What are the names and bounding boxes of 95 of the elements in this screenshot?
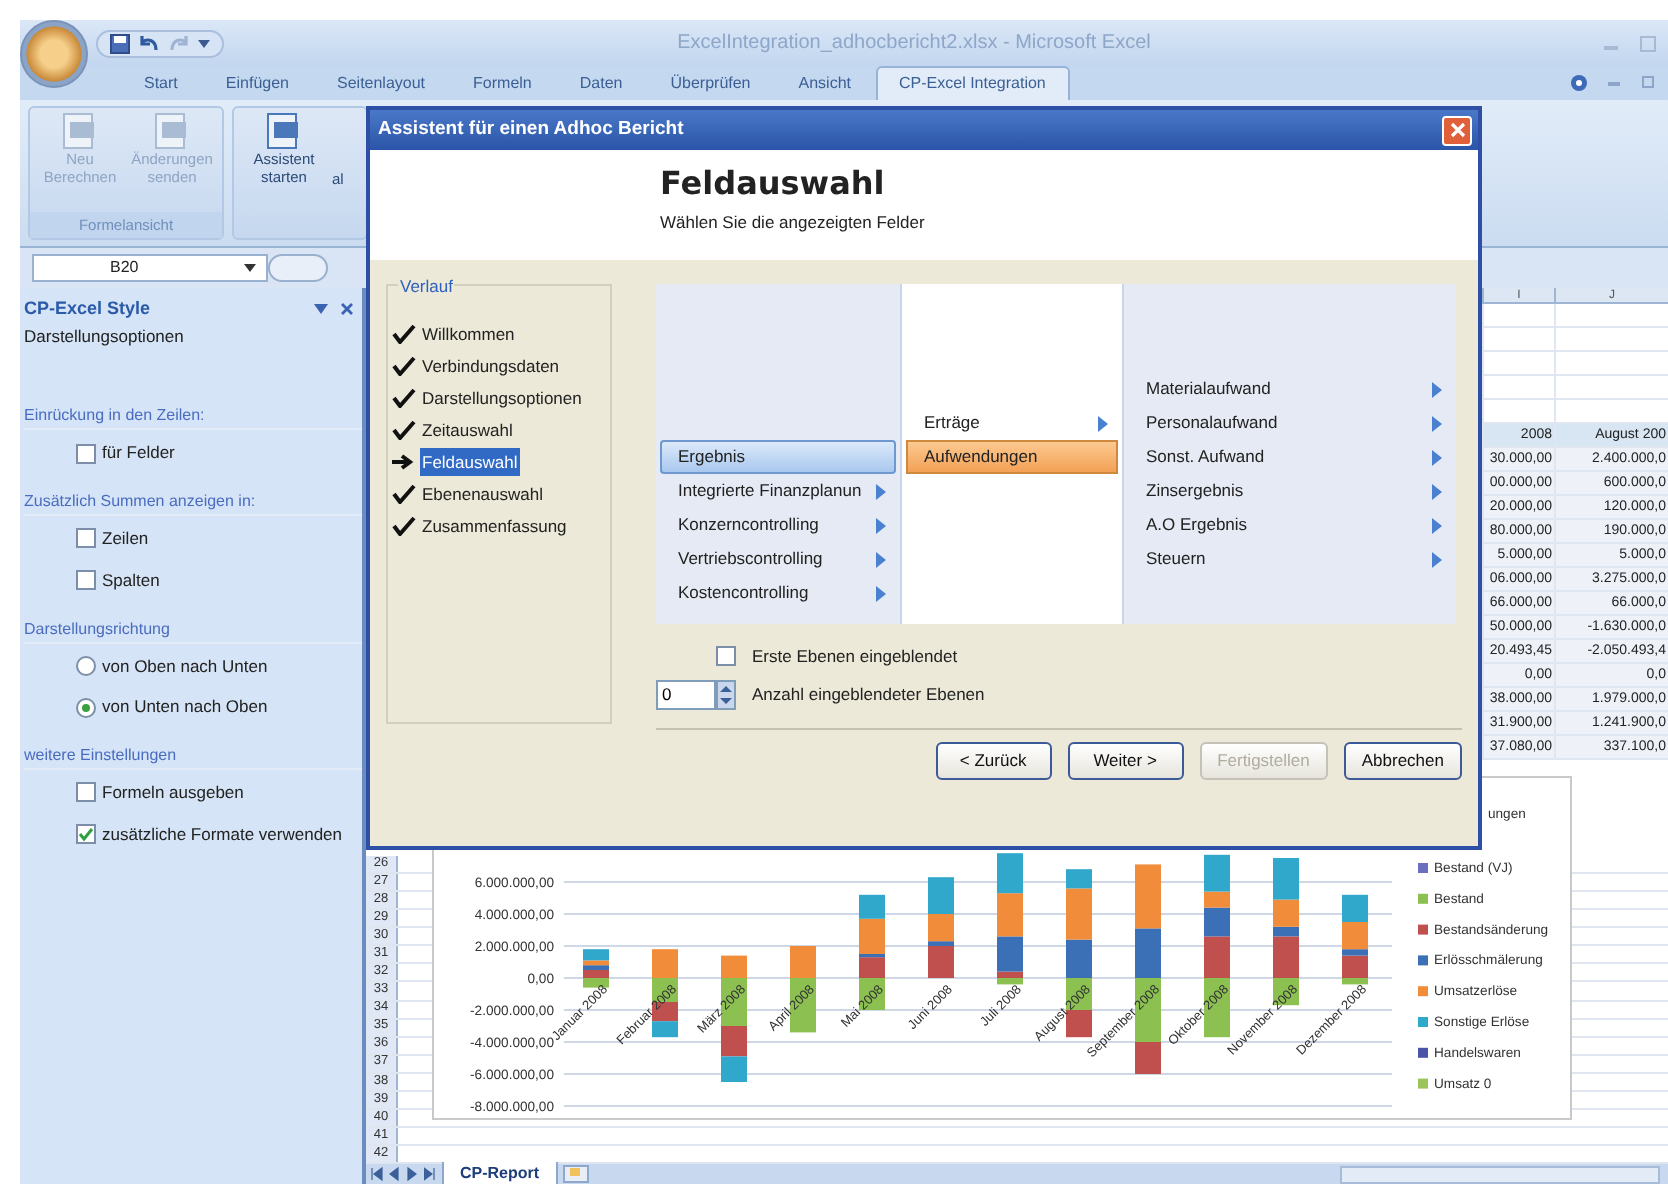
close-icon	[1449, 122, 1465, 138]
field-item[interactable]: Personalaufwand	[1128, 406, 1452, 440]
help-icon[interactable]	[1570, 74, 1588, 92]
check-icon	[392, 356, 416, 376]
expand-arrow-icon	[1098, 415, 1108, 431]
field-item[interactable]: Zinsergebnis	[1128, 474, 1452, 508]
undo-icon[interactable]	[138, 33, 160, 53]
checkbox[interactable]	[716, 646, 736, 667]
dialog-button[interactable]: Abbrechen	[1343, 741, 1462, 779]
number-field[interactable]: 0	[656, 679, 716, 710]
option-label: von Oben nach Unten	[102, 653, 268, 679]
check-icon	[392, 324, 416, 344]
field-item[interactable]: Aufwendungen	[906, 440, 1118, 474]
formula-button[interactable]	[268, 254, 328, 282]
expand-arrow-icon	[1432, 449, 1442, 465]
dialog-button[interactable]: < Zurück	[935, 741, 1052, 779]
ribbon-tab[interactable]: Formeln	[449, 66, 556, 100]
option-label: für Felder	[102, 440, 175, 466]
field-item[interactable]: Kostencontrolling	[660, 576, 896, 610]
dropdown-icon[interactable]	[198, 37, 210, 49]
field-item[interactable]: Vertriebscontrolling	[660, 542, 896, 576]
step-label: Willkommen	[420, 321, 517, 348]
option-label: zusätzliche Formate verwenden	[102, 821, 343, 847]
option-label: Spalten	[102, 567, 160, 593]
window-title: ExcelIntegration_adhocbericht2.xlsx - Microsoft Excel	[675, 30, 1153, 58]
option-label: von Unten nach Oben	[102, 694, 268, 720]
checkbox[interactable]	[76, 782, 96, 803]
page-heading: Feldauswahl	[660, 166, 887, 202]
expand-arrow-icon	[876, 483, 886, 499]
expand-arrow-icon	[1432, 483, 1442, 499]
field-item[interactable]: Ergebnis	[660, 440, 896, 474]
field-item[interactable]: Sonst. Aufwand	[1128, 440, 1452, 474]
dialog-title: Assistent für einen Adhoc Bericht	[378, 115, 684, 144]
dialog-button[interactable]: Weiter >	[1067, 741, 1184, 779]
ribbon-tab[interactable]: Ansicht	[774, 66, 875, 100]
check-icon	[392, 388, 416, 408]
field-item[interactable]: Steuern	[1128, 542, 1452, 576]
option-label: Anzahl eingeblendeter Ebenen	[752, 681, 985, 708]
close-button[interactable]	[1442, 115, 1472, 145]
scrollbar[interactable]	[1340, 1165, 1660, 1183]
section-heading: Zusätzlich Summen anzeigen in:	[24, 490, 362, 516]
check-icon	[392, 420, 416, 440]
expand-arrow-icon	[1432, 415, 1442, 431]
pane-title: CP-Excel Style	[24, 296, 151, 322]
pane-subtitle: Darstellungsoptionen	[24, 323, 186, 349]
sheet-nav-button[interactable]	[370, 1166, 384, 1182]
close-icon[interactable]	[340, 302, 354, 317]
check-icon	[392, 484, 416, 504]
expand-arrow-icon	[876, 517, 886, 533]
ribbon-tab[interactable]: Start	[120, 66, 202, 100]
option-label: Formeln ausgeben	[102, 780, 244, 806]
checkbox[interactable]	[76, 824, 96, 845]
spin-button[interactable]	[716, 679, 736, 710]
checkbox[interactable]	[76, 443, 96, 464]
ribbon-tab[interactable]: Einfügen	[201, 66, 313, 100]
expand-arrow-icon	[876, 585, 886, 601]
field-item[interactable]: Erträge	[906, 406, 1118, 440]
radio-button[interactable]	[76, 655, 96, 676]
expand-arrow-icon	[1432, 551, 1442, 567]
option-label: Erste Ebenen eingeblendet	[752, 644, 958, 670]
save-icon[interactable]	[110, 33, 130, 53]
field-item[interactable]: Konzerncontrolling	[660, 508, 896, 542]
restore-icon[interactable]	[1642, 74, 1656, 88]
step-label: Darstellungsoptionen	[420, 385, 584, 412]
checkbox[interactable]	[76, 570, 96, 591]
page-subheading: Wählen Sie die angezeigten Felder	[660, 209, 927, 235]
ribbon-tab[interactable]: Seitenlayout	[313, 66, 450, 100]
expand-arrow-icon	[1432, 517, 1442, 533]
checkbox[interactable]	[76, 528, 96, 549]
step-label: Feldauswahl	[420, 447, 520, 477]
check-icon	[392, 516, 416, 536]
field-item[interactable]: Materialaufwand	[1128, 372, 1452, 406]
name-box[interactable]: B20	[32, 254, 268, 282]
ribbon-tab[interactable]: Überprüfen	[646, 66, 775, 100]
dropdown-icon[interactable]	[244, 263, 256, 273]
sheet-nav-button[interactable]	[424, 1166, 438, 1182]
office-button[interactable]	[20, 19, 88, 87]
expand-arrow-icon	[876, 551, 886, 567]
new-sheet-icon[interactable]	[561, 1164, 590, 1184]
step-label: Ebenenauswahl	[420, 481, 545, 508]
ribbon-tab[interactable]: Daten	[555, 66, 647, 100]
step-label: Zeitauswahl	[420, 417, 515, 444]
section-heading: Darstellungsrichtung	[24, 617, 362, 643]
expand-arrow-icon	[1432, 381, 1442, 397]
ribbon-tab[interactable]: CP-Excel Integration	[875, 66, 1070, 100]
section-heading: weitere Einstellungen	[24, 744, 362, 770]
field-item[interactable]: Integrierte Finanzplanun	[660, 474, 896, 508]
section-heading: Einrückung in den Zeilen:	[24, 404, 362, 431]
arrow-icon	[392, 452, 416, 472]
sheet-tab[interactable]: CP-Report	[442, 1162, 558, 1184]
radio-button[interactable]	[76, 697, 96, 718]
step-label: Verbindungsdaten	[420, 353, 562, 380]
option-label: Zeilen	[102, 526, 149, 552]
field-item[interactable]: A.O Ergebnis	[1128, 508, 1452, 542]
step-label: Zusammenfassung	[420, 513, 569, 540]
